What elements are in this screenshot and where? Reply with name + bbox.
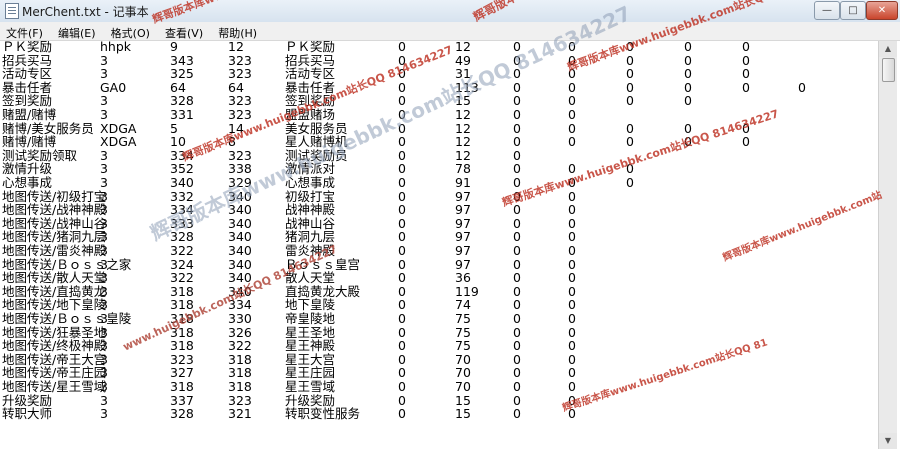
text-field: 0 <box>626 175 634 190</box>
text-line: 地图传送/地下皇陵 3 318 334 地下皇陵 0 74 0 0 <box>0 297 878 312</box>
text-line: 地图传送/Ｂｏｓｓ皇陵 3 318 330 帝皇陵地 0 75 0 0 <box>0 311 878 326</box>
text-field: 0 <box>684 93 692 109</box>
text-line: 地图传送/终极神殿 3 318 322 星王神殿 0 75 0 0 <box>0 338 878 353</box>
scroll-up-arrow-icon[interactable]: ▲ <box>879 41 897 57</box>
text-line: 地图传送/帝王庄园 3 327 318 星王庄园 0 70 0 0 <box>0 365 878 380</box>
text-field: 0 <box>684 134 692 150</box>
text-field: 321 <box>228 406 252 422</box>
text-line: 地图传送/猪洞九层 3 328 340 猪洞九层 0 97 0 0 <box>0 229 878 244</box>
title-bar[interactable]: MerChent.txt - 记事本 — □ ✕ <box>0 0 900 23</box>
text-line: 地图传送/初级打宝 3 332 340 初级打宝 0 97 0 0 <box>0 189 878 204</box>
notepad-icon <box>5 3 19 19</box>
text-line: 地图传送/帝王大宫 3 323 318 星王大宫 0 70 0 0 <box>0 352 878 367</box>
window-title: MerChent.txt - 记事本 <box>22 5 149 19</box>
text-line: 暴击任者 GA0 64 64 暴击任者 0 113 0 0 0 0 0 0 <box>0 79 878 95</box>
menu-bar: 文件(F) 编辑(E) 格式(O) 查看(V) 帮助(H) <box>0 22 900 41</box>
text-line: 赌博/赌博 XDGA 10 8 星人赌博机 0 12 0 0 0 0 0 <box>0 134 878 150</box>
text-field: 0 <box>742 79 750 95</box>
text-line: 转职大师 3 328 321 转职变性服务 0 15 0 0 <box>0 406 878 422</box>
text-field: 0 <box>742 134 750 150</box>
text-field: 0 <box>398 406 406 422</box>
text-line: 测试奖励领取 3 334 323 测试奖励员 0 12 0 <box>0 148 878 163</box>
text-line: 地图传送/Ｂｏｓｓ之家 3 324 340 Ｂｏｓｓ皇宫 0 97 0 0 <box>0 257 878 272</box>
close-button[interactable]: ✕ <box>866 1 898 20</box>
text-line: 地图传送/战神神殿 3 334 340 战神神殿 0 97 0 0 <box>0 202 878 217</box>
text-line: 签到奖励 3 328 323 签到奖励 0 15 0 0 0 0 <box>0 93 878 109</box>
text-line: 升级奖励 3 337 323 升级奖励 0 15 0 0 <box>0 393 878 408</box>
minimize-button[interactable]: — <box>814 1 840 20</box>
text-field: 15 <box>455 406 471 422</box>
text-line: 地图传送/战神山谷 3 333 340 战神山谷 0 97 0 0 <box>0 216 878 231</box>
notepad-window: MerChent.txt - 记事本 — □ ✕ 文件(F) 编辑(E) 格式(… <box>0 0 900 449</box>
text-field: 0 <box>568 134 576 150</box>
text-line: 地图传送/星王雪域 3 318 318 星王雪域 0 70 0 0 <box>0 379 878 394</box>
scroll-down-arrow-icon[interactable]: ▼ <box>879 433 897 449</box>
text-line: 地图传送/直捣黄龙 3 318 340 直捣黄龙大殿 0 119 0 0 <box>0 284 878 299</box>
text-line: 激情升级 3 352 338 激情派对 0 78 0 0 0 <box>0 161 878 176</box>
text-line: 地图传送/散人天堂 3 322 340 散人天堂 0 36 0 0 <box>0 270 878 285</box>
scroll-thumb[interactable] <box>882 58 895 82</box>
text-field: 328 <box>170 406 194 422</box>
text-line: 心想事成 3 340 329 心想事成 0 91 0 0 0 <box>0 175 878 190</box>
vertical-scrollbar[interactable]: ▲ ▼ <box>878 41 897 449</box>
text-editor-area[interactable]: ＰＫ奖励 hhpk 9 12 ＰＫ奖励 0 12 0 0 0 0 0 招兵买马 3 343 323 招兵买马 0 4… <box>0 41 878 449</box>
text-field: 转职变性服务 <box>285 406 361 422</box>
text-field: 0 <box>626 93 634 109</box>
text-line: 地图传送/雷炎神殿 3 322 340 雷炎神殿 0 97 0 0 <box>0 243 878 258</box>
text-line: 地图传送/狂暴圣地 3 318 326 星王圣地 0 75 0 0 <box>0 325 878 340</box>
text-field: 转职大师 <box>2 406 53 422</box>
text-field: 3 <box>100 406 108 422</box>
maximize-button[interactable]: □ <box>840 1 866 20</box>
text-field: 0 <box>513 406 521 422</box>
text-field: 0 <box>798 79 806 95</box>
text-field: 0 <box>626 134 634 150</box>
text-field: 0 <box>568 406 576 422</box>
